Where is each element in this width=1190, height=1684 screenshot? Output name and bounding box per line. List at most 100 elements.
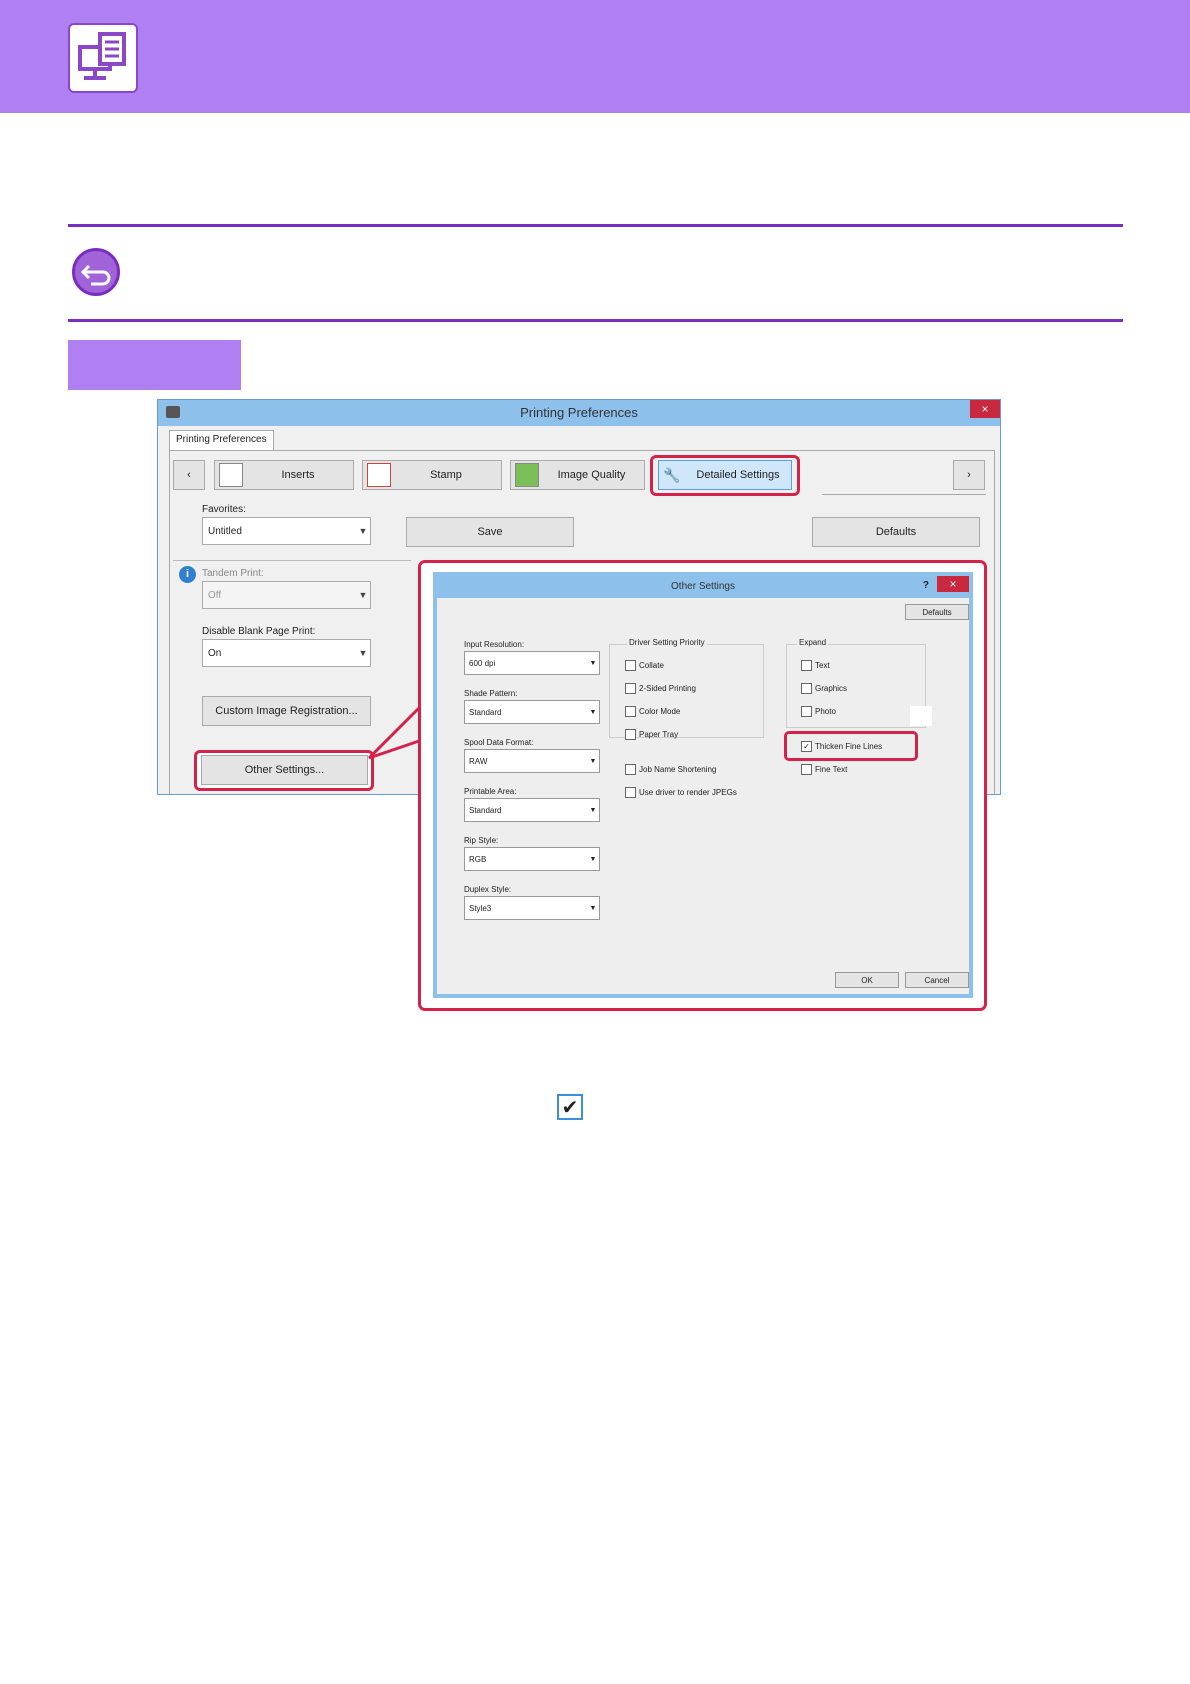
prev-tab-button[interactable]: ‹: [173, 460, 205, 490]
next-tab-button[interactable]: ›: [953, 460, 985, 490]
checkbox-label: Graphics: [815, 683, 848, 693]
tab-underline: [822, 494, 986, 495]
tandem-print-select[interactable]: Off ▼: [202, 581, 371, 609]
field-value: RAW: [469, 756, 488, 766]
color-mode-checkbox[interactable]: Color Mode: [625, 704, 680, 718]
checkbox-icon: [625, 705, 636, 717]
tab-image-quality[interactable]: Image Quality: [510, 460, 645, 490]
checkbox-label: Job Name Shortening: [639, 764, 717, 774]
spool-data-format-select[interactable]: RAW ▼: [464, 749, 600, 773]
tandem-print-label: Tandem Print:: [202, 568, 264, 579]
checkbox-icon: [625, 728, 636, 740]
expand-graphics-checkbox[interactable]: Graphics: [801, 681, 847, 695]
field-value: Style3: [469, 903, 492, 913]
top-rule: [68, 224, 1123, 227]
cancel-button[interactable]: Cancel: [905, 972, 969, 988]
blank-page-select[interactable]: On ▼: [202, 639, 371, 667]
tab-label: Detailed Settings: [696, 469, 780, 481]
stamp-icon: [367, 463, 391, 487]
dialog-title: Other Settings: [671, 581, 735, 592]
tab-detailed-settings[interactable]: 🔧 Detailed Settings: [658, 460, 792, 490]
shade-pattern-label: Shade Pattern:: [464, 689, 518, 698]
duplex-style-label: Duplex Style:: [464, 885, 512, 894]
help-icon[interactable]: ?: [923, 580, 929, 591]
save-button[interactable]: Save: [406, 517, 574, 547]
chevron-down-icon: ▼: [358, 648, 368, 658]
chevron-down-icon: ▼: [589, 855, 597, 863]
chevron-down-icon: ▼: [589, 757, 597, 765]
other-settings-button[interactable]: Other Settings...: [201, 755, 368, 785]
input-resolution-select[interactable]: 600 dpi ▼: [464, 651, 600, 675]
checkbox-label: Thicken Fine Lines: [815, 741, 883, 751]
checkbox-label: Text: [815, 660, 830, 670]
chevron-down-icon: ▼: [589, 806, 597, 814]
divider: [173, 560, 411, 561]
fine-text-checkbox[interactable]: Fine Text: [801, 762, 847, 776]
checkbox-icon: [625, 682, 636, 694]
tab-stamp[interactable]: Stamp: [362, 460, 502, 490]
printer-driver-icon: [68, 23, 138, 93]
tab-printing-preferences[interactable]: Printing Preferences: [169, 430, 274, 450]
thicken-fine-lines-checkbox[interactable]: ✓ Thicken Fine Lines: [801, 739, 882, 753]
title-bar: Other Settings ? ×: [437, 576, 969, 598]
image-quality-icon: [515, 463, 539, 487]
close-icon[interactable]: ×: [937, 576, 969, 592]
header-band: [0, 0, 1190, 113]
shade-pattern-select[interactable]: Standard ▼: [464, 700, 600, 724]
check-mark-icon: ✓: [801, 740, 812, 752]
checkbox-icon: [625, 659, 636, 671]
rip-style-select[interactable]: RGB ▼: [464, 847, 600, 871]
chevron-down-icon: ▼: [589, 904, 597, 912]
expand-photo-checkbox[interactable]: Photo: [801, 704, 836, 718]
printable-area-label: Printable Area:: [464, 787, 517, 796]
expand-text-checkbox[interactable]: Text: [801, 658, 830, 672]
collate-checkbox[interactable]: Collate: [625, 658, 664, 672]
dialog-title: Printing Preferences: [520, 405, 638, 420]
field-value: Standard: [469, 805, 502, 815]
custom-image-registration-button[interactable]: Custom Image Registration...: [202, 696, 371, 726]
checkbox-label: Fine Text: [815, 764, 848, 774]
paper-tray-checkbox[interactable]: Paper Tray: [625, 727, 678, 741]
tab-label: Inserts: [281, 469, 315, 481]
checked-checkbox-icon: ✔: [557, 1094, 583, 1120]
use-driver-jpeg-checkbox[interactable]: Use driver to render JPEGs: [625, 785, 737, 799]
chevron-down-icon: ▼: [358, 590, 368, 600]
step-label-box: [68, 340, 241, 390]
rip-style-label: Rip Style:: [464, 836, 499, 845]
expand-title: Expand: [797, 638, 829, 647]
checkbox-icon: [801, 763, 812, 775]
blank-page-label: Disable Blank Page Print:: [202, 626, 316, 637]
ok-button[interactable]: OK: [835, 972, 899, 988]
tab-inserts[interactable]: Inserts: [214, 460, 354, 490]
close-icon[interactable]: ×: [970, 400, 1000, 418]
checkbox-label: Color Mode: [639, 706, 681, 716]
inserts-icon: [219, 463, 243, 487]
defaults-button[interactable]: Defaults: [905, 604, 969, 620]
two-sided-printing-checkbox[interactable]: 2-Sided Printing: [625, 681, 696, 695]
bottom-rule: [68, 319, 1123, 322]
checkbox-label: Photo: [815, 706, 836, 716]
input-resolution-label: Input Resolution:: [464, 640, 525, 649]
favorites-value: Untitled: [208, 525, 242, 537]
printable-area-select[interactable]: Standard ▼: [464, 798, 600, 822]
favorites-select[interactable]: Untitled ▼: [202, 517, 371, 545]
checkbox-icon: [801, 682, 812, 694]
tab-label: Image Quality: [557, 469, 626, 481]
tandem-print-value: Off: [208, 589, 222, 601]
job-name-shortening-checkbox[interactable]: Job Name Shortening: [625, 762, 716, 776]
title-bar: Printing Preferences ×: [158, 400, 1000, 426]
info-icon: i: [179, 566, 196, 583]
chevron-down-icon: ▼: [358, 526, 368, 536]
defaults-button[interactable]: Defaults: [812, 517, 980, 547]
field-value: RGB: [469, 854, 487, 864]
other-settings-dialog: Other Settings ? × Defaults Input Resolu…: [433, 572, 973, 998]
favorites-label: Favorites:: [202, 504, 246, 515]
blank-page-value: On: [208, 647, 222, 659]
spool-data-format-label: Spool Data Format:: [464, 738, 534, 747]
checkbox-icon: [801, 705, 812, 717]
checkbox-label: Collate: [639, 660, 664, 670]
back-arrow-icon[interactable]: [72, 248, 120, 296]
field-value: 600 dpi: [469, 658, 496, 668]
duplex-style-select[interactable]: Style3 ▼: [464, 896, 600, 920]
blank-swatch: [910, 706, 932, 726]
